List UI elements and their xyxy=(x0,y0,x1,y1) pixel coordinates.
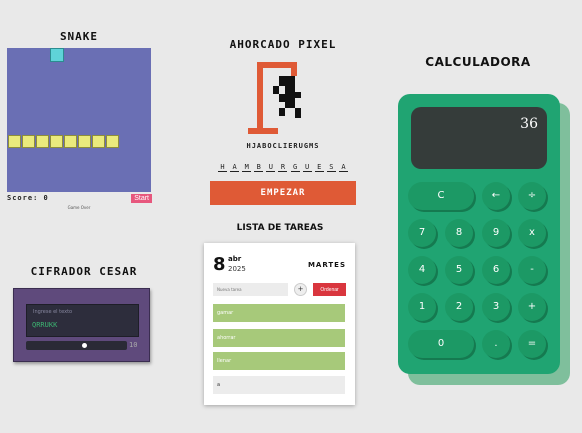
todo-title: LISTA DE TAREAS xyxy=(236,223,324,233)
calc-key-plus[interactable]: + xyxy=(518,293,546,321)
hangman-letter: A xyxy=(338,163,348,172)
hangman-letter: S xyxy=(326,163,336,172)
calculator-display-value: 36 xyxy=(520,116,538,132)
task-item[interactable]: a xyxy=(213,376,345,394)
task-item[interactable]: llenar xyxy=(213,352,345,370)
calc-key-divide[interactable]: ÷ xyxy=(518,182,546,210)
calc-key-backspace[interactable]: ← xyxy=(482,182,510,210)
cesar-output: QRRUKK xyxy=(32,321,58,329)
cesar-shift-value: 10 xyxy=(129,341,138,349)
todo-day: 8 xyxy=(213,254,226,275)
todo-month: abr xyxy=(228,255,242,263)
snake-segment xyxy=(64,135,77,148)
calc-key-7[interactable]: 7 xyxy=(408,219,436,247)
calc-key-2[interactable]: 2 xyxy=(445,293,473,321)
snake-segment xyxy=(106,135,119,148)
calc-key-3[interactable]: 3 xyxy=(482,293,510,321)
todo-weekday: MARTES xyxy=(307,261,346,269)
calc-key-0[interactable]: 0 xyxy=(408,330,474,358)
snake-segment xyxy=(92,135,105,148)
snake-segment xyxy=(78,135,91,148)
hangman-letter: B xyxy=(254,163,264,172)
calculator-display: 36 xyxy=(411,107,547,169)
cesar-panel: Ingrese el texto QRRUKK 10 xyxy=(13,288,150,362)
todo-year: 2025 xyxy=(228,265,246,273)
slider-thumb[interactable] xyxy=(82,343,87,348)
snake-segment xyxy=(22,135,35,148)
calc-key-9[interactable]: 9 xyxy=(482,219,510,247)
calc-key-equals[interactable]: = xyxy=(518,330,546,358)
new-task-input[interactable] xyxy=(213,283,288,296)
snake-segment xyxy=(36,135,49,148)
calc-key-1[interactable]: 1 xyxy=(408,293,436,321)
calc-key-decimal[interactable]: . xyxy=(482,330,510,358)
hangman-word: H A M B U R G U E S A xyxy=(210,163,356,172)
snake-game-over: Game Over xyxy=(67,205,91,210)
calc-key-multiply[interactable]: x xyxy=(518,219,546,247)
snake-segment xyxy=(50,135,63,148)
snake-segment xyxy=(8,135,21,148)
cesar-input-placeholder: Ingrese el texto xyxy=(33,309,73,315)
calc-key-6[interactable]: 6 xyxy=(482,256,510,284)
calculator-title: CALCULADORA xyxy=(425,55,531,69)
calculator: 36 C ← ÷ 7 8 9 x 4 5 6 - 1 2 3 + 0 . = xyxy=(398,94,560,374)
snake-board[interactable] xyxy=(7,48,151,192)
calc-key-8[interactable]: 8 xyxy=(445,219,473,247)
hangman-letter: A xyxy=(230,163,240,172)
hangman-letter: H xyxy=(218,163,227,172)
calc-key-5[interactable]: 5 xyxy=(445,256,473,284)
gallows-icon xyxy=(248,62,301,134)
snake-score: Score: 0 xyxy=(7,194,49,202)
order-button[interactable]: Ordenar xyxy=(313,283,346,296)
hangman-letter: G xyxy=(290,163,300,172)
hangman-letter: U xyxy=(266,163,276,172)
cesar-shift-slider[interactable] xyxy=(26,341,127,350)
task-item[interactable]: ahorrar xyxy=(213,329,345,347)
snake-food xyxy=(50,48,64,62)
task-item[interactable]: gamar xyxy=(213,304,345,322)
hangman-letter: E xyxy=(314,163,324,172)
cesar-title: CIFRADOR CESAR xyxy=(30,265,138,278)
calc-key-4[interactable]: 4 xyxy=(408,256,436,284)
hangman-used-letters: HJABOCLIERUGMS xyxy=(246,142,320,150)
add-task-button[interactable]: + xyxy=(294,283,307,296)
hangman-letter: U xyxy=(302,163,312,172)
snake-game: SNAKE Score: 0 Start Game Over xyxy=(6,30,152,215)
snake-start-button[interactable]: Start xyxy=(131,194,152,203)
snake-title: SNAKE xyxy=(59,30,99,43)
hangman-letter: M xyxy=(242,163,252,172)
hangman-letter: R xyxy=(278,163,288,172)
calc-key-minus[interactable]: - xyxy=(518,256,546,284)
cesar-text-input[interactable]: Ingrese el texto QRRUKK xyxy=(26,304,139,337)
hangman-start-button[interactable]: EMPEZAR xyxy=(210,181,356,205)
todo-card: 8 abr 2025 MARTES + Ordenar gamar ahorra… xyxy=(204,243,355,405)
calc-key-clear[interactable]: C xyxy=(408,182,474,210)
hangman-title: AHORCADO PIXEL xyxy=(229,38,337,51)
